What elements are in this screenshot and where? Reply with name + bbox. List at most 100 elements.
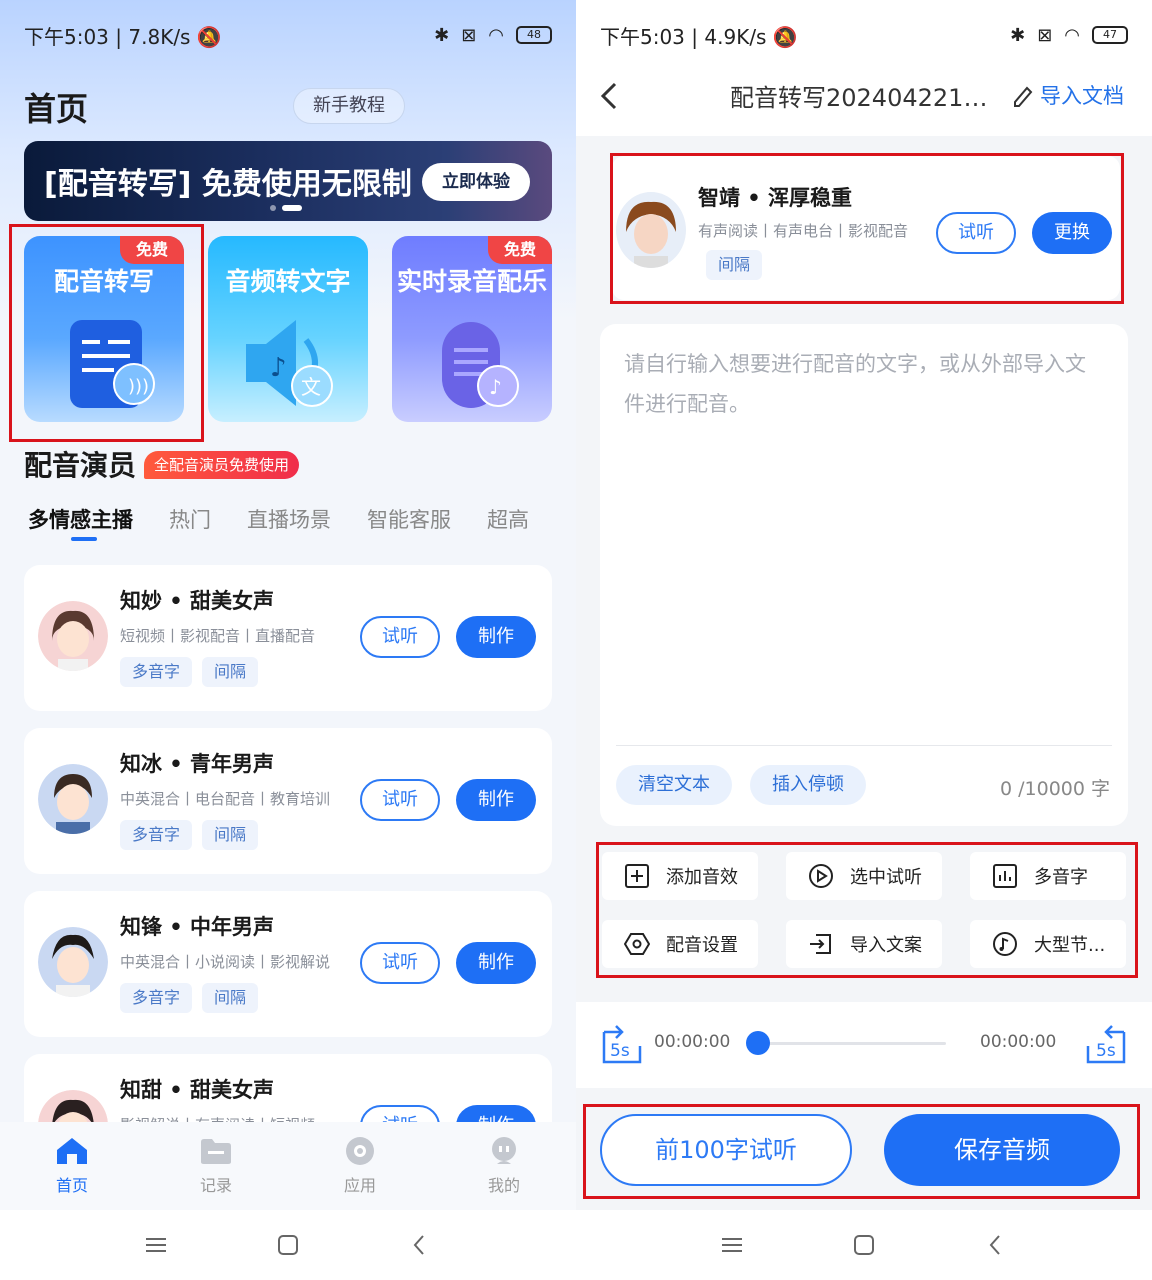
listen-button[interactable]: 试听: [360, 779, 440, 821]
character-count: 0 /10000 字: [999, 778, 1110, 800]
actor-name: 知锋 • 中年男声: [120, 915, 275, 939]
dubbing-settings-button[interactable]: 配音设置: [602, 920, 758, 968]
listen-button[interactable]: 试听: [360, 616, 440, 658]
promo-banner[interactable]: [配音转写] 免费使用无限制 立即体验: [24, 141, 552, 221]
tag-interval: 间隔: [706, 250, 763, 280]
document-audio-icon: ))): [70, 320, 155, 408]
status-time: 下午5:03: [24, 24, 109, 49]
insert-pause-button[interactable]: 插入停顿: [750, 765, 866, 805]
bar-chart-icon: [993, 864, 1017, 888]
import-script-button[interactable]: 导入文案: [786, 920, 942, 968]
tool-label: 配音设置: [666, 935, 738, 956]
back-icon[interactable]: [984, 1233, 1008, 1257]
tool-grid: 添加音效 选中试听 多音字 配音设置 导入文案 大型节...: [600, 852, 1128, 968]
home-square-icon[interactable]: [276, 1233, 300, 1257]
tab-live[interactable]: 直播场景: [247, 504, 331, 534]
clear-text-button[interactable]: 清空文本: [616, 765, 732, 805]
voice-description: 有声阅读丨有声电台丨影视配音: [698, 222, 909, 240]
rewind-label: 5s: [610, 1041, 630, 1061]
home-screen: 下午5:03 | 7.8K/s 🔕 ✱ ⊠ ◠ 48 首页 新手教程 [配音转写…: [0, 0, 576, 1280]
import-document-button[interactable]: 导入文档: [1012, 80, 1124, 110]
save-audio-button[interactable]: 保存音频: [884, 1114, 1120, 1186]
nav-apps[interactable]: 应用: [288, 1122, 432, 1210]
document-title: 配音转写2024042217...: [730, 84, 1000, 112]
avatar: [38, 764, 108, 834]
voice-name: 智靖 • 浑厚稳重: [698, 186, 853, 210]
rewind-5s-icon[interactable]: 5s: [600, 1022, 644, 1066]
listen-button[interactable]: 试听: [360, 942, 440, 984]
svg-text:♪: ♪: [270, 353, 287, 383]
actor-description: 中英混合丨小说阅读丨影视解说: [120, 953, 331, 971]
status-time: 下午5:03: [600, 24, 685, 49]
wifi-icon: ◠: [488, 24, 504, 46]
mute-icon: 🔕: [196, 24, 222, 49]
tag-interval: 间隔: [202, 983, 259, 1013]
nav-records[interactable]: 记录: [144, 1122, 288, 1210]
feature-audio-to-text[interactable]: 音频转文字 ♪ 文: [208, 236, 368, 422]
large-program-button[interactable]: 大型节...: [970, 920, 1126, 968]
section-badge: 全配音演员免费使用: [144, 451, 300, 479]
nav-profile-label: 我的: [487, 1176, 520, 1195]
sim-icon: ⊠: [1037, 24, 1053, 46]
back-icon[interactable]: [408, 1233, 432, 1257]
settings-hexagon-icon: [624, 933, 650, 955]
make-button[interactable]: 制作: [456, 779, 536, 821]
home-icon: [57, 1138, 87, 1164]
make-button[interactable]: 制作: [456, 942, 536, 984]
dubbing-editor-screen: 下午5:03 | 4.9K/s 🔕 ✱ ⊠ ◠ 47 配音转写202404221…: [576, 0, 1152, 1280]
nav-profile[interactable]: 我的: [432, 1122, 576, 1210]
import-document-label: 导入文档: [1040, 84, 1124, 108]
preview-selection-button[interactable]: 选中试听: [786, 852, 942, 900]
tab-more[interactable]: 超高: [487, 504, 529, 534]
divider: [616, 745, 1112, 746]
tool-label: 选中试听: [850, 867, 922, 888]
disc-icon: [346, 1137, 374, 1165]
tab-emotional[interactable]: 多情感主播: [28, 504, 133, 534]
bluetooth-icon: ✱: [1010, 24, 1026, 46]
actor-name: 知妙 • 甜美女声: [120, 589, 275, 613]
add-sound-effect-button[interactable]: 添加音效: [602, 852, 758, 900]
tag-polyphone: 多音字: [120, 820, 193, 850]
banner-text: [配音转写] 免费使用无限制: [44, 167, 412, 202]
menu-icon[interactable]: [720, 1233, 744, 1257]
nav-home[interactable]: 首页: [0, 1122, 144, 1210]
actor-description: 中英混合丨电台配音丨教育培训: [120, 790, 331, 808]
actor-card[interactable]: 知锋 • 中年男声 中英混合丨小说阅读丨影视解说 多音字 间隔 试听 制作: [24, 891, 552, 1037]
editor-placeholder: 请自行输入想要进行配音的文字，或从外部导入文件进行配音。: [624, 352, 1086, 416]
svg-text:♪: ♪: [489, 375, 502, 399]
forward-5s-icon[interactable]: 5s: [1084, 1022, 1128, 1066]
feature-live-recording[interactable]: 免费 实时录音配乐 ♪: [392, 236, 552, 422]
change-voice-button[interactable]: 更换: [1032, 212, 1112, 254]
tag-polyphone: 多音字: [120, 983, 193, 1013]
page-title: 首页: [24, 90, 89, 128]
feature-dubbing-transcribe[interactable]: 免费 配音转写 ))): [24, 236, 184, 422]
progress-thumb[interactable]: [746, 1031, 770, 1055]
actor-card[interactable]: 知妙 • 甜美女声 短视频丨影视配音丨直播配音 多音字 间隔 试听 制作: [24, 565, 552, 711]
text-editor[interactable]: 请自行输入想要进行配音的文字，或从外部导入文件进行配音。 清空文本 插入停顿 0…: [600, 324, 1128, 826]
tutorial-button[interactable]: 新手教程: [293, 88, 405, 124]
progress-track[interactable]: [758, 1042, 946, 1045]
polyphone-button[interactable]: 多音字: [970, 852, 1126, 900]
pencil-icon: [1014, 86, 1033, 107]
home-square-icon[interactable]: [852, 1233, 876, 1257]
selected-voice-card: 智靖 • 浑厚稳重 有声阅读丨有声电台丨影视配音 间隔 试听 更换: [612, 156, 1120, 300]
banner-try-button[interactable]: 立即体验: [422, 163, 530, 201]
back-arrow-icon[interactable]: [598, 82, 620, 110]
tab-customer-service[interactable]: 智能客服: [367, 504, 451, 534]
current-time: 00:00:00: [654, 1032, 731, 1052]
profile-icon: [492, 1137, 516, 1164]
make-button[interactable]: 制作: [456, 616, 536, 658]
preview-100-chars-button[interactable]: 前100字试听: [600, 1114, 852, 1186]
actor-category-tabs: 多情感主播 热门 直播场景 智能客服 超高: [28, 504, 554, 544]
actor-card[interactable]: 知冰 • 青年男声 中英混合丨电台配音丨教育培训 多音字 间隔 试听 制作: [24, 728, 552, 874]
menu-icon[interactable]: [144, 1233, 168, 1257]
listen-button[interactable]: 试听: [936, 212, 1016, 254]
audio-player: 5s 00:00:00 00:00:00 5s: [576, 1002, 1152, 1088]
battery-icon: 48: [516, 26, 552, 44]
play-circle-icon: [809, 864, 833, 888]
mute-icon: 🔕: [772, 24, 798, 49]
actor-name: 知甜 • 甜美女声: [120, 1078, 275, 1102]
tab-hot[interactable]: 热门: [169, 504, 211, 534]
tag-interval: 间隔: [202, 820, 259, 850]
nav-records-label: 记录: [199, 1176, 232, 1195]
